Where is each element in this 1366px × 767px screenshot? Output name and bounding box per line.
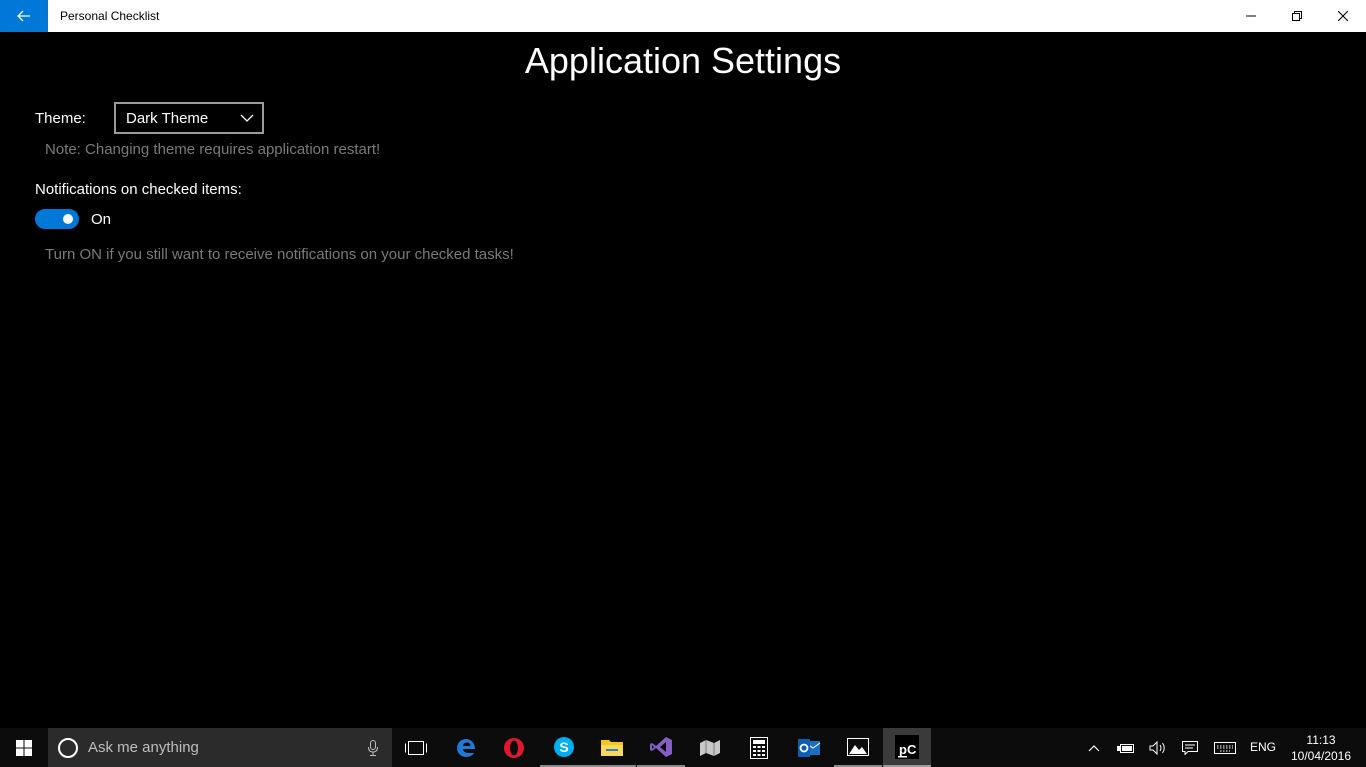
volume-icon xyxy=(1149,740,1165,755)
pycharm-icon: pC xyxy=(895,734,919,759)
back-arrow-icon xyxy=(17,10,30,22)
chevron-up-icon xyxy=(1088,744,1100,751)
volume-button[interactable] xyxy=(1142,728,1174,767)
svg-text:S: S xyxy=(559,739,568,755)
file-explorer-button[interactable] xyxy=(588,728,636,767)
task-view-button[interactable] xyxy=(392,728,440,767)
outlook-icon xyxy=(798,738,821,757)
settings-page: Application Settings Theme: Dark Theme N… xyxy=(0,32,1366,728)
toggle-knob xyxy=(63,214,73,224)
theme-note: Note: Changing theme requires applicatio… xyxy=(45,141,381,158)
page-title: Application Settings xyxy=(524,40,842,81)
search-box[interactable]: Ask me anything xyxy=(48,728,392,767)
battery-button[interactable] xyxy=(1110,728,1142,767)
touch-keyboard-button[interactable] xyxy=(1209,728,1241,767)
skype-button[interactable]: S xyxy=(540,728,588,767)
search-placeholder: Ask me anything xyxy=(88,739,199,756)
minimize-button[interactable] xyxy=(1228,0,1274,32)
show-hidden-icons-button[interactable] xyxy=(1078,728,1110,767)
calculator-button[interactable] xyxy=(735,728,783,767)
theme-selected-value: Dark Theme xyxy=(126,109,209,127)
keyboard-icon xyxy=(1214,741,1236,754)
action-center-button[interactable] xyxy=(1174,728,1206,767)
theme-label: Theme: xyxy=(35,110,86,127)
edge-icon xyxy=(457,738,475,757)
clock[interactable]: 11:13 10/04/2016 xyxy=(1284,732,1358,764)
notification-icon xyxy=(1182,740,1198,755)
photos-icon xyxy=(847,737,869,756)
notifications-note: Turn ON if you still want to receive not… xyxy=(45,246,514,263)
start-button[interactable] xyxy=(0,728,48,767)
file-explorer-icon xyxy=(601,739,623,756)
visual-studio-button[interactable] xyxy=(637,728,685,767)
opera-button[interactable] xyxy=(490,728,538,767)
chevron-down-icon xyxy=(240,114,254,122)
input-language[interactable]: ENG xyxy=(1250,728,1276,767)
toggle-state-label: On xyxy=(91,211,112,228)
skype-icon: S xyxy=(554,736,574,757)
task-view-icon xyxy=(405,740,427,755)
close-icon xyxy=(1338,11,1348,21)
close-button[interactable] xyxy=(1320,0,1366,32)
theme-dropdown[interactable]: Dark Theme xyxy=(114,102,264,134)
opera-icon xyxy=(504,737,524,758)
notifications-label: Notifications on checked items: xyxy=(35,181,242,198)
restore-button[interactable] xyxy=(1274,0,1320,32)
svg-text:pC: pC xyxy=(899,742,917,757)
outlook-button[interactable] xyxy=(785,728,833,767)
pycharm-button[interactable]: pC xyxy=(883,728,931,767)
windows-logo-icon xyxy=(16,739,32,756)
maps-button[interactable] xyxy=(686,728,734,767)
calculator-icon xyxy=(750,736,768,759)
minimize-icon xyxy=(1246,15,1256,17)
edge-button[interactable] xyxy=(442,728,490,767)
microphone-icon[interactable] xyxy=(368,740,378,756)
battery-icon xyxy=(1117,743,1134,753)
clock-date: 10/04/2016 xyxy=(1290,749,1352,763)
restore-icon xyxy=(1292,11,1302,21)
taskbar: Ask me anything S pC ENG 11:13 10/04/201… xyxy=(0,728,1366,767)
title-bar: Personal Checklist xyxy=(0,0,1366,32)
clock-time: 11:13 xyxy=(1306,733,1336,747)
photos-button[interactable] xyxy=(834,728,882,767)
maps-icon xyxy=(700,739,720,756)
cortana-icon xyxy=(58,738,78,758)
visual-studio-icon xyxy=(650,736,672,757)
back-button[interactable] xyxy=(0,0,48,32)
window-title: Personal Checklist xyxy=(60,9,160,23)
notifications-toggle[interactable] xyxy=(35,209,79,229)
